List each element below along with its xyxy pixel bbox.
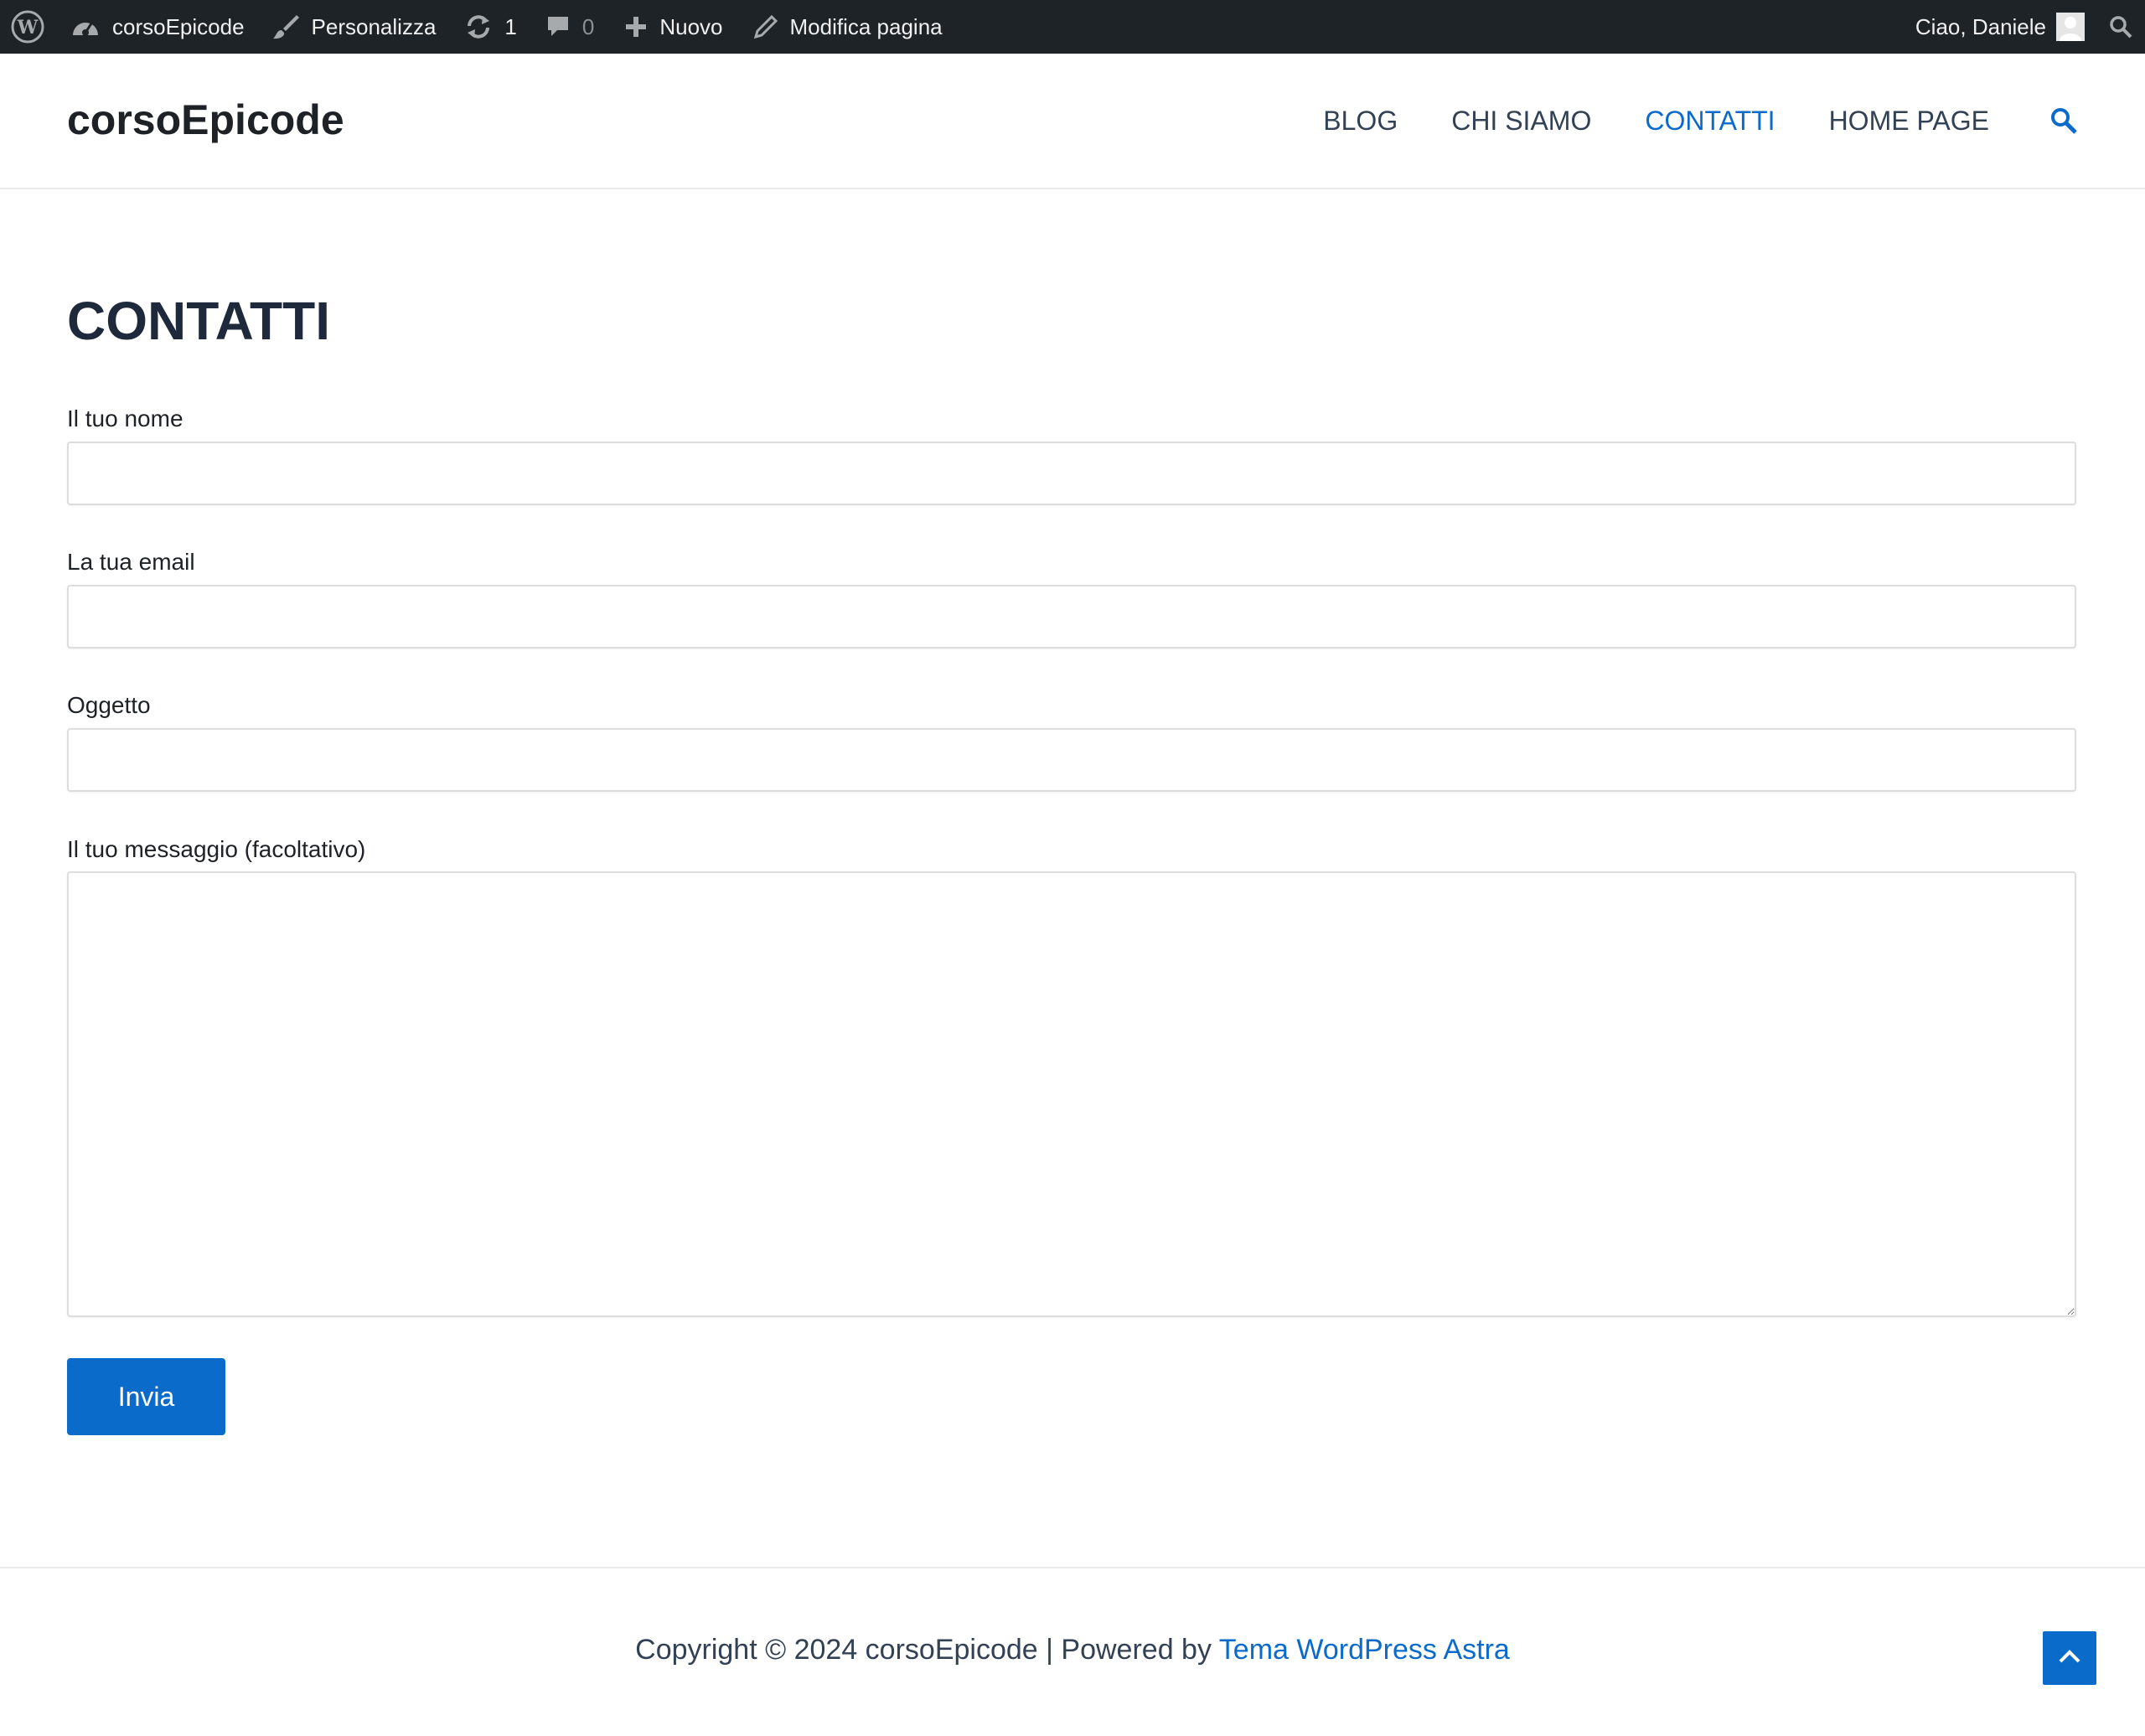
svg-text:W: W — [17, 17, 39, 39]
scroll-to-top-button[interactable] — [2043, 1631, 2096, 1685]
admin-search-icon[interactable] — [2108, 0, 2133, 54]
subject-input[interactable] — [67, 728, 2076, 792]
plus-icon — [624, 15, 648, 39]
new-content-label: Nuovo — [659, 13, 723, 39]
footer-copyright: Copyright © 2024 corsoEpicode | Powered … — [0, 1634, 2145, 1666]
updates-count: 1 — [504, 13, 517, 39]
nav-item-home-page[interactable]: HOME PAGE — [1829, 106, 1989, 137]
message-label: Il tuo messaggio (facoltativo) — [67, 836, 366, 862]
page-title: CONTATTI — [67, 291, 330, 351]
submit-button[interactable]: Invia — [67, 1358, 225, 1435]
admin-bar: W corsoEpicode Personalizza 1 0 Nuovo Mo… — [0, 0, 2145, 54]
avatar — [2056, 13, 2085, 41]
wordpress-logo-icon[interactable]: W — [10, 0, 45, 54]
edit-page-label: Modifica pagina — [789, 13, 943, 39]
primary-navigation: BLOG CHI SIAMO CONTATTI HOME PAGE — [1296, 54, 2145, 188]
comments-count: 0 — [581, 13, 595, 39]
comments-link[interactable]: 0 — [545, 0, 594, 54]
pencil-icon — [753, 14, 778, 39]
customize-label: Personalizza — [311, 13, 437, 39]
paintbrush-icon — [271, 13, 300, 41]
dashboard-icon — [70, 13, 101, 40]
user-greeting: Ciao, Daniele — [1915, 13, 2046, 39]
site-header: corsoEpicode BLOG CHI SIAMO CONTATTI HOM… — [0, 54, 2145, 189]
nav-item-blog[interactable]: BLOG — [1323, 106, 1398, 137]
site-title[interactable]: corsoEpicode — [67, 96, 344, 144]
updates-link[interactable]: 1 — [464, 0, 517, 54]
search-icon[interactable] — [2049, 106, 2078, 135]
email-input[interactable] — [67, 585, 2076, 648]
comment-icon — [545, 14, 571, 39]
chevron-up-icon — [2055, 1642, 2084, 1675]
updates-icon — [464, 13, 493, 41]
name-label: Il tuo nome — [67, 406, 183, 431]
customize-link[interactable]: Personalizza — [271, 0, 437, 54]
subject-label: Oggetto — [67, 692, 151, 718]
nav-item-contatti[interactable]: CONTATTI — [1645, 106, 1775, 137]
name-input[interactable] — [67, 442, 2076, 505]
new-content-link[interactable]: Nuovo — [624, 0, 723, 54]
theme-link[interactable]: Tema WordPress Astra — [1219, 1634, 1510, 1666]
copyright-text: Copyright © 2024 corsoEpicode | Powered … — [635, 1634, 1219, 1666]
edit-page-link[interactable]: Modifica pagina — [753, 0, 943, 54]
nav-item-chi-siamo[interactable]: CHI SIAMO — [1451, 106, 1591, 137]
footer-divider — [0, 1567, 2145, 1568]
admin-site-menu[interactable]: corsoEpicode — [70, 0, 245, 54]
message-textarea[interactable] — [67, 871, 2076, 1317]
admin-site-name: corsoEpicode — [112, 13, 245, 39]
user-account-menu[interactable]: Ciao, Daniele — [1915, 0, 2085, 54]
email-label: La tua email — [67, 549, 195, 575]
